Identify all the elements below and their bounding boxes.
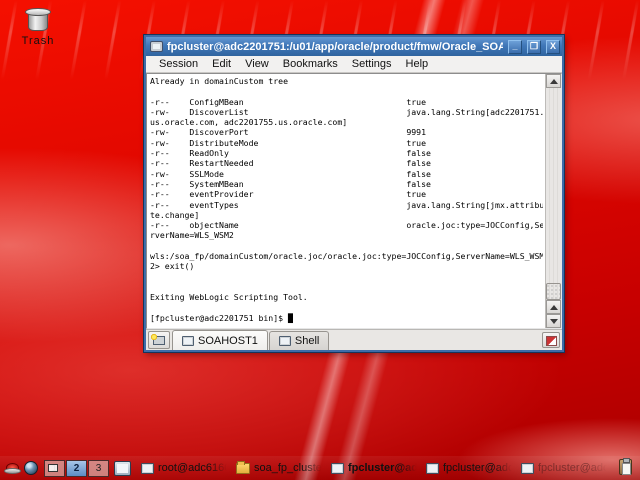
- konsole-launcher-icon[interactable]: [114, 460, 131, 476]
- terminal-tab-icon: [278, 336, 291, 346]
- new-spark-icon: [151, 334, 157, 340]
- arrow-up-icon: [549, 304, 558, 310]
- task-fpcluster-adc22[interactable]: fpcluster@adc22: [327, 458, 422, 478]
- pager-desktop-2[interactable]: 2: [66, 459, 87, 477]
- taskbar-panel: 1 2 3 root@adc6160517 soa_fp_cluster - K…: [0, 456, 640, 480]
- new-session-button[interactable]: [148, 331, 170, 349]
- trash-icon: [25, 8, 51, 32]
- trash-label: Trash: [21, 35, 55, 47]
- konsole-task-icon: [521, 462, 534, 474]
- redhat-menu-icon[interactable]: [4, 462, 21, 475]
- task-root-adc6160517[interactable]: root@adc6160517: [137, 458, 232, 478]
- task-soa-fp-cluster[interactable]: soa_fp_cluster - Ko: [232, 458, 327, 478]
- scrollbar-track[interactable]: [546, 88, 561, 300]
- arrow-up-icon: [549, 78, 558, 84]
- close-button[interactable]: X: [546, 39, 560, 54]
- pager-desktop-1[interactable]: 1: [44, 459, 65, 477]
- scroll-down-button[interactable]: [546, 314, 561, 328]
- terminal-output[interactable]: Already in domainCustom tree -r-- Config…: [150, 76, 543, 328]
- window-titlebar[interactable]: fpcluster@adc2201751:/u01/app/oracle/pro…: [146, 37, 562, 56]
- web-browser-icon[interactable]: [24, 461, 38, 475]
- task-list: root@adc6160517 soa_fp_cluster - Ko fpcl…: [137, 458, 640, 478]
- tab-label: Shell: [294, 335, 320, 347]
- terminal-viewport: Already in domainCustom tree -r-- Config…: [146, 73, 562, 329]
- konsole-task-icon: [426, 462, 439, 474]
- menu-bar: Session Edit View Bookmarks Settings Hel…: [146, 56, 562, 73]
- konsole-task-icon: [331, 462, 344, 474]
- menu-view[interactable]: View: [238, 57, 276, 71]
- task-fpcluster-adc61[interactable]: fpcluster@adc61: [517, 458, 612, 478]
- arrow-down-icon: [549, 318, 558, 324]
- menu-bookmarks[interactable]: Bookmarks: [276, 57, 345, 71]
- konsole-task-icon: [141, 462, 154, 474]
- menu-help[interactable]: Help: [399, 57, 436, 71]
- task-fpcluster-adc220[interactable]: fpcluster@adc220: [422, 458, 517, 478]
- tab-soahost1[interactable]: SOAHOST1: [172, 330, 268, 350]
- konsole-window-icon: [150, 41, 163, 52]
- terminal-scrollbar[interactable]: [545, 74, 561, 328]
- scroll-up-button-bottom[interactable]: [546, 300, 561, 314]
- minimize-button[interactable]: _: [508, 39, 522, 54]
- session-list-button[interactable]: [542, 332, 560, 348]
- scroll-up-button[interactable]: [546, 74, 561, 88]
- maximize-button[interactable]: ❒: [527, 39, 541, 54]
- pager-desktop-3[interactable]: 3: [88, 459, 109, 477]
- tab-label: SOAHOST1: [198, 334, 258, 347]
- session-tab-bar: SOAHOST1 Shell: [146, 329, 562, 350]
- scrollbar-thumb[interactable]: [546, 283, 561, 300]
- menu-settings[interactable]: Settings: [345, 57, 399, 71]
- terminal-tab-icon: [182, 335, 194, 346]
- window-title: fpcluster@adc2201751:/u01/app/oracle/pro…: [167, 40, 503, 53]
- folder-task-icon: [236, 460, 250, 474]
- pager-window-icon: [48, 463, 58, 472]
- tab-shell[interactable]: Shell: [268, 331, 330, 350]
- klipper-clipboard-icon[interactable]: [619, 458, 632, 475]
- desktop-pager: 1 2 3: [44, 459, 109, 477]
- menu-edit[interactable]: Edit: [205, 57, 238, 71]
- trash-desktop-icon[interactable]: Trash: [12, 8, 64, 47]
- konsole-window: fpcluster@adc2201751:/u01/app/oracle/pro…: [143, 34, 565, 353]
- menu-session[interactable]: Session: [152, 57, 205, 71]
